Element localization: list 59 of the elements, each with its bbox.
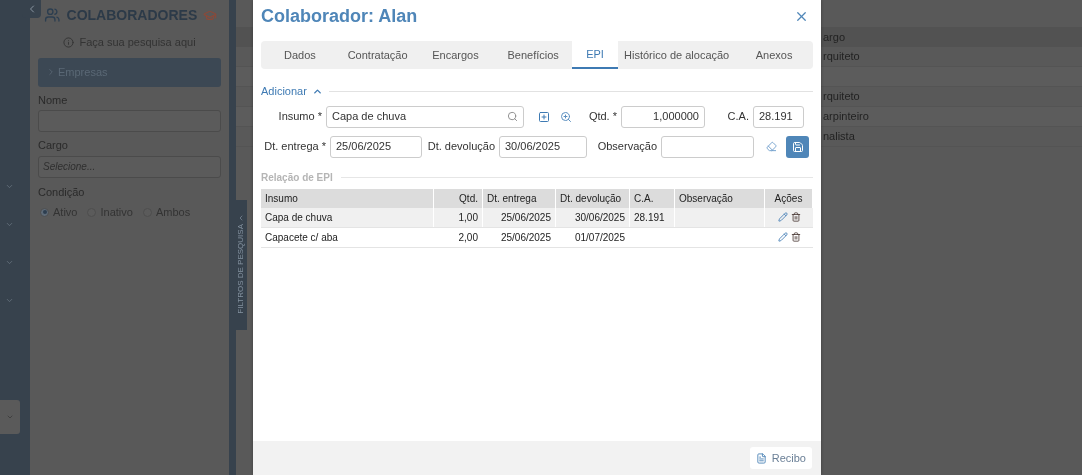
- field-label: Observação: [596, 139, 658, 155]
- table-cell-text: 28.191: [634, 210, 665, 225]
- column-header: Observação: [675, 188, 765, 208]
- close-icon[interactable]: [794, 9, 809, 24]
- table-cell-text: 25/06/2025: [500, 210, 551, 225]
- table-cell-text: 25/06/2025: [500, 230, 551, 245]
- search-field[interactable]: Capa de chuva: [326, 105, 524, 128]
- chevron-left-icon: [237, 214, 245, 222]
- dialog-title: Colaborador: Alan: [261, 5, 418, 28]
- column-header: Dt. devolução: [556, 188, 630, 208]
- search-icon: [507, 111, 518, 122]
- tab[interactable]: Encargos: [416, 41, 495, 69]
- eraser-icon[interactable]: [766, 141, 777, 152]
- expand-icon[interactable]: [4, 296, 14, 305]
- expand-icon[interactable]: [4, 182, 14, 191]
- table-cell-text: Capa de chuva: [265, 210, 333, 225]
- column-header: C.A.: [630, 188, 675, 208]
- tab[interactable]: Anexos: [735, 41, 813, 69]
- zoom-in-icon[interactable]: [560, 110, 572, 123]
- ca-field[interactable]: 28.191: [753, 105, 804, 128]
- document-icon: [755, 452, 767, 464]
- column-header: Qtd.: [434, 188, 483, 208]
- expand-icon[interactable]: [4, 258, 14, 267]
- table-cell-text: 30/06/2025: [574, 210, 625, 225]
- tab[interactable]: Dados: [261, 41, 339, 69]
- date-field[interactable]: 25/06/2025: [330, 135, 422, 158]
- tab[interactable]: Histórico de alocação: [618, 41, 736, 69]
- table-cell-text: 01/07/2025: [574, 230, 625, 245]
- users-icon: [44, 7, 61, 23]
- tab[interactable]: EPI: [572, 41, 619, 69]
- filter-tab-label: FILTROS DE PESQUISA: [235, 224, 246, 314]
- field-label: Qtd. *: [587, 109, 618, 125]
- table-cell-text: arpinteiro: [823, 109, 869, 125]
- field-label: C.A.: [726, 109, 750, 125]
- info-icon: [63, 36, 75, 48]
- field-label: Dt. devolução: [426, 139, 496, 155]
- add-section-toggle[interactable]: Adicionar: [261, 83, 323, 100]
- quantity-field[interactable]: 1,000000: [621, 105, 705, 128]
- field-label: Dt. entrega *: [263, 139, 327, 155]
- column-header: Dt. entrega: [483, 188, 556, 208]
- table-cell-text: Capacete c/ aba: [265, 230, 338, 245]
- table-cell-text: 2,00: [458, 230, 478, 245]
- delete-icon[interactable]: [790, 212, 801, 222]
- add-icon[interactable]: [538, 110, 550, 123]
- tab[interactable]: Contratação: [338, 41, 417, 69]
- receipt-button[interactable]: Recibo: [749, 447, 812, 469]
- chevron-down-icon: [6, 413, 14, 421]
- date-field[interactable]: 30/06/2025: [499, 135, 587, 158]
- table-row[interactable]: Capa de chuva 1,00 25/06/2025 30/06/2025 28.191: [261, 207, 813, 228]
- expand-icon[interactable]: [4, 220, 14, 229]
- tab[interactable]: Benefícios: [494, 41, 573, 69]
- delete-icon[interactable]: [790, 232, 801, 242]
- table-cell-text: 1,00: [458, 210, 478, 225]
- column-header: Insumo: [261, 188, 434, 208]
- field-label: Insumo *: [277, 109, 323, 125]
- save-icon: [791, 140, 804, 153]
- column-header: Ações: [765, 188, 813, 208]
- section-title: Relação de EPI: [261, 170, 333, 185]
- save-button[interactable]: [786, 135, 809, 158]
